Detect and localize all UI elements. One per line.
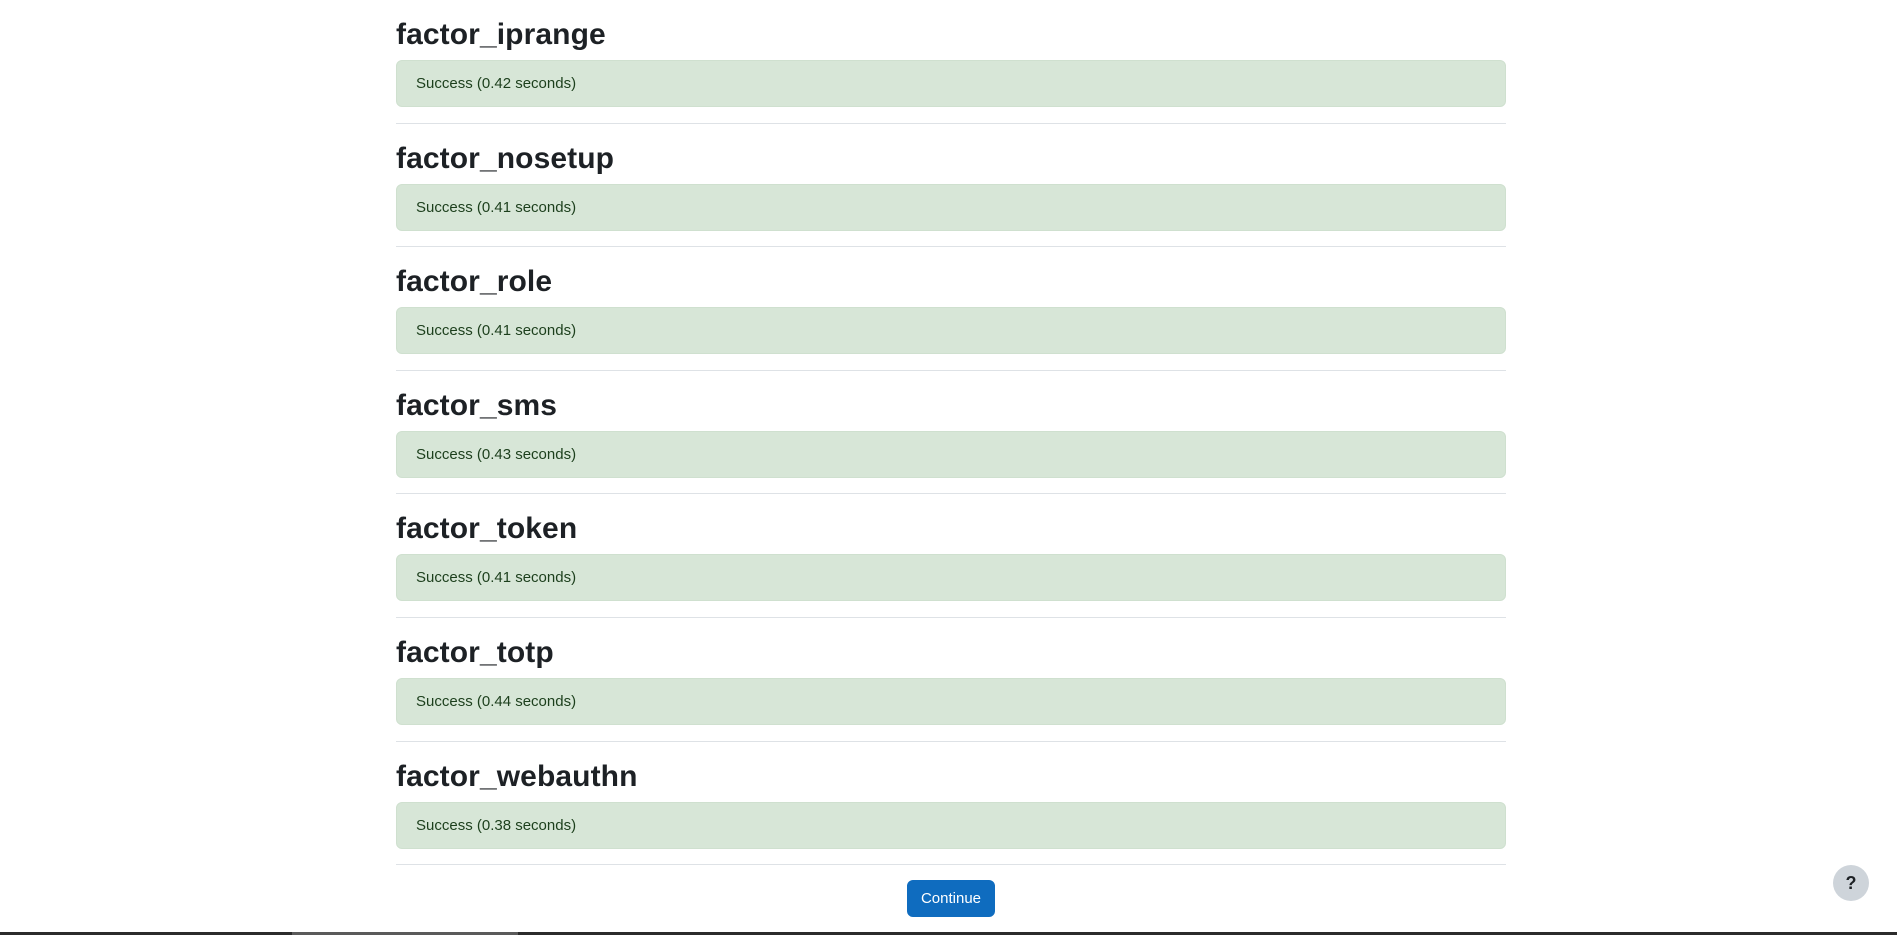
- result-section-sms: factor_sms Success (0.43 seconds): [396, 371, 1506, 495]
- success-alert: Success (0.38 seconds): [396, 801, 1506, 849]
- success-alert: Success (0.44 seconds): [396, 677, 1506, 725]
- section-heading: factor_token: [396, 512, 578, 546]
- result-section-role: factor_role Success (0.41 seconds): [396, 247, 1506, 371]
- section-heading: factor_sms: [396, 388, 558, 422]
- section-heading: factor_webauthn: [396, 759, 638, 793]
- result-section-totp: factor_totp Success (0.44 seconds): [396, 618, 1506, 742]
- success-alert: Success (0.41 seconds): [396, 183, 1506, 231]
- continue-button[interactable]: Continue: [906, 880, 996, 917]
- success-alert: Success (0.41 seconds): [396, 554, 1506, 602]
- continue-container: Continue: [396, 880, 1506, 917]
- section-heading: factor_role: [396, 265, 553, 299]
- question-mark-icon: ?: [1845, 872, 1857, 893]
- result-section-token: factor_token Success (0.41 seconds): [396, 494, 1506, 618]
- result-section-nosetup: factor_nosetup Success (0.41 seconds): [396, 124, 1506, 248]
- section-heading: factor_nosetup: [396, 141, 615, 175]
- section-heading: factor_iprange: [396, 18, 606, 51]
- result-section-iprange: factor_iprange Success (0.42 seconds): [396, 0, 1506, 124]
- upgrade-results: factor_iprange Success (0.42 seconds) fa…: [396, 0, 1506, 866]
- success-alert: Success (0.43 seconds): [396, 430, 1506, 478]
- success-alert: Success (0.41 seconds): [396, 307, 1506, 355]
- help-button[interactable]: ?: [1833, 865, 1869, 901]
- success-alert: Success (0.42 seconds): [396, 60, 1506, 107]
- section-heading: factor_totp: [396, 635, 554, 669]
- result-section-webauthn: factor_webauthn Success (0.38 seconds): [396, 742, 1506, 866]
